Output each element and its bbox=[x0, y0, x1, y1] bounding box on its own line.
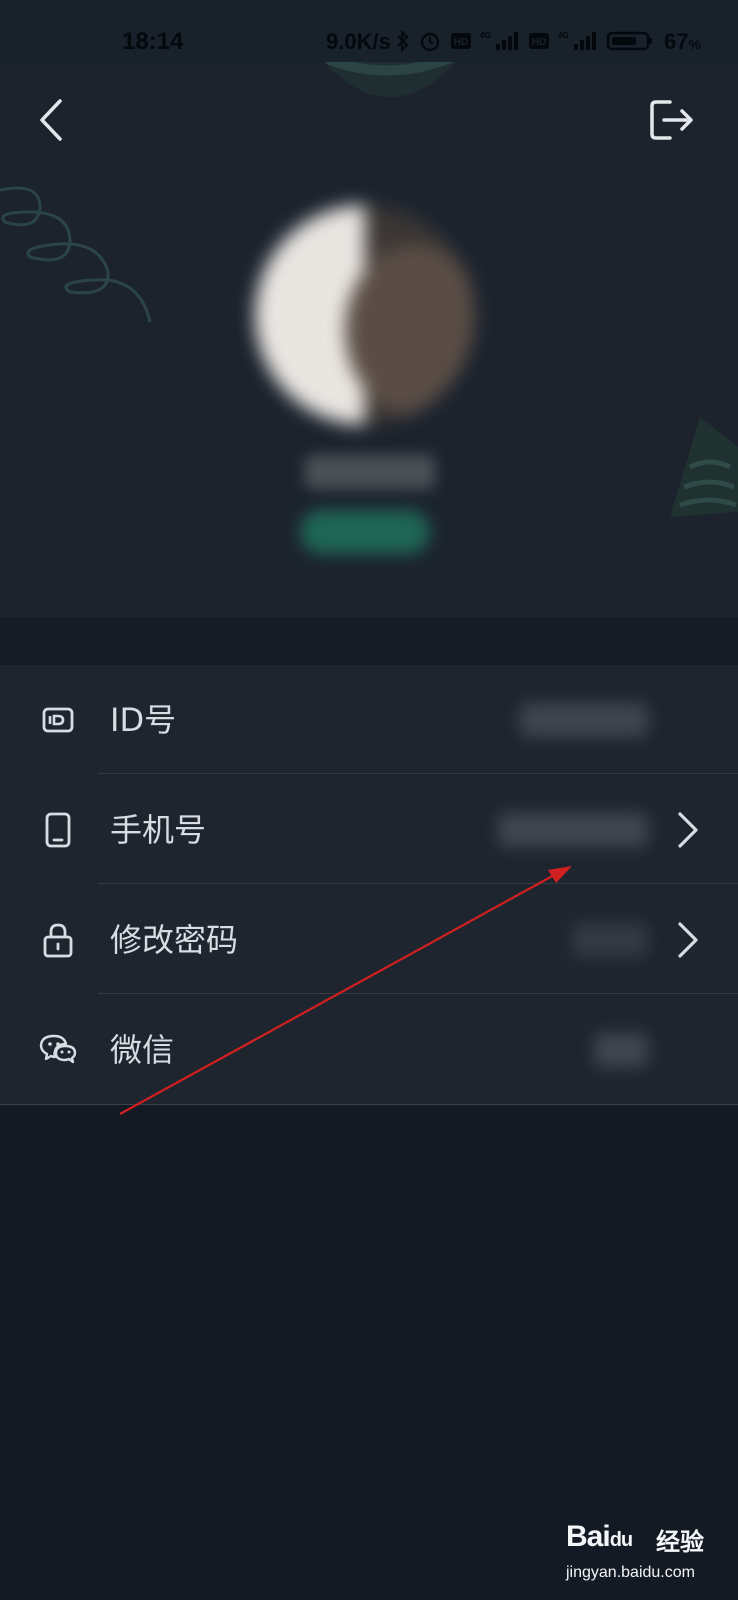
list-item-wechat[interactable]: 微信 bbox=[0, 995, 738, 1105]
divider bbox=[98, 993, 738, 994]
list-item-label: 微信 bbox=[110, 1031, 175, 1069]
hd-icon: HD bbox=[529, 33, 549, 49]
decorative-tree-shape bbox=[670, 417, 738, 517]
decorative-leaf-shape bbox=[323, 62, 457, 97]
list-item-label: 手机号 bbox=[110, 811, 207, 849]
phone-icon bbox=[45, 812, 71, 848]
baidu-jingyan-watermark: Baidu 经验 jingyan.baidu.com bbox=[566, 1520, 706, 1590]
divider bbox=[98, 773, 738, 774]
wechat-status-blurred bbox=[594, 1033, 648, 1067]
watermark-url: jingyan.baidu.com bbox=[566, 1564, 695, 1581]
avatar[interactable] bbox=[255, 205, 475, 425]
chevron-right-icon bbox=[678, 812, 698, 848]
svg-text:HD: HD bbox=[532, 37, 546, 48]
list-item-change-password[interactable]: 修改密码 bbox=[0, 885, 738, 995]
id-card-icon bbox=[42, 707, 74, 733]
watermark-brand-cn: 经验 bbox=[656, 1528, 704, 1556]
network-speed: 9.0K/s bbox=[326, 29, 391, 54]
list-item-phone[interactable]: 手机号 bbox=[0, 775, 738, 885]
nickname-blurred[interactable] bbox=[305, 455, 435, 489]
phone-value-blurred bbox=[498, 813, 648, 847]
section-spacer bbox=[0, 617, 738, 665]
battery-percent: 67% bbox=[664, 29, 701, 54]
alarm-icon bbox=[420, 32, 440, 52]
logout-button[interactable] bbox=[648, 98, 696, 142]
wechat-icon bbox=[39, 1034, 77, 1064]
badge-blurred bbox=[300, 510, 430, 554]
password-status-blurred bbox=[572, 923, 648, 957]
battery-icon bbox=[606, 31, 652, 51]
decorative-squiggle bbox=[0, 186, 152, 323]
status-time: 18:14 bbox=[122, 28, 184, 55]
lock-icon bbox=[43, 923, 73, 958]
divider bbox=[98, 883, 738, 884]
status-icons: HD 4G HD 4G bbox=[396, 30, 654, 52]
signal-4g-icon: 4G bbox=[480, 31, 518, 50]
svg-text:HD: HD bbox=[454, 37, 468, 48]
back-button[interactable] bbox=[28, 95, 72, 145]
avatar-photo bbox=[345, 245, 475, 415]
signal-4g-icon: 4G bbox=[558, 31, 596, 50]
list-item-id[interactable]: ID号 bbox=[0, 665, 738, 775]
list-item-label: ID号 bbox=[110, 701, 177, 739]
svg-text:4G: 4G bbox=[558, 31, 569, 40]
status-bar: 18:14 9.0K/s HD 4G HD 4G 67% bbox=[0, 0, 738, 62]
svg-text:4G: 4G bbox=[480, 31, 491, 40]
chevron-right-icon bbox=[678, 922, 698, 958]
hd-icon: HD bbox=[451, 33, 471, 49]
list-item-label: 修改密码 bbox=[110, 921, 239, 959]
watermark-brand: Baidu bbox=[566, 1520, 633, 1553]
id-value-blurred bbox=[520, 703, 648, 737]
bluetooth-icon bbox=[397, 30, 409, 52]
account-settings-list: ID号 手机号 修改密码 微信 bbox=[0, 665, 738, 1105]
